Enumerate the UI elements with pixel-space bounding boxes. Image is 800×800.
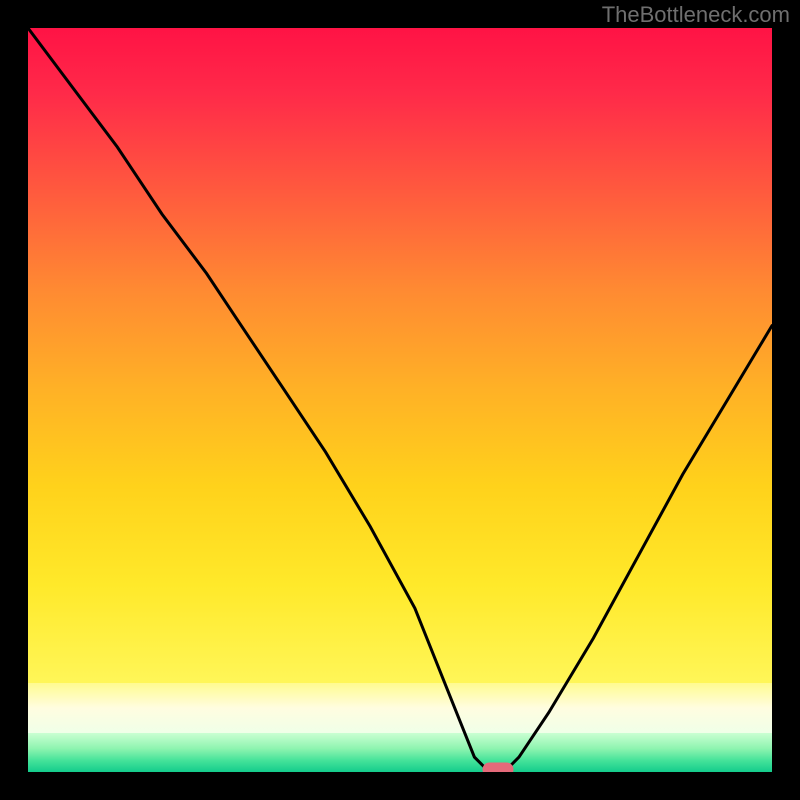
bg-band-pale bbox=[28, 683, 772, 733]
bg-band-green bbox=[28, 733, 772, 772]
chart-svg bbox=[28, 28, 772, 772]
optimal-marker bbox=[483, 763, 513, 772]
chart-frame: TheBottleneck.com bbox=[0, 0, 800, 800]
bg-band-main bbox=[28, 28, 772, 683]
plot-area bbox=[28, 28, 772, 772]
watermark-text: TheBottleneck.com bbox=[602, 2, 790, 28]
